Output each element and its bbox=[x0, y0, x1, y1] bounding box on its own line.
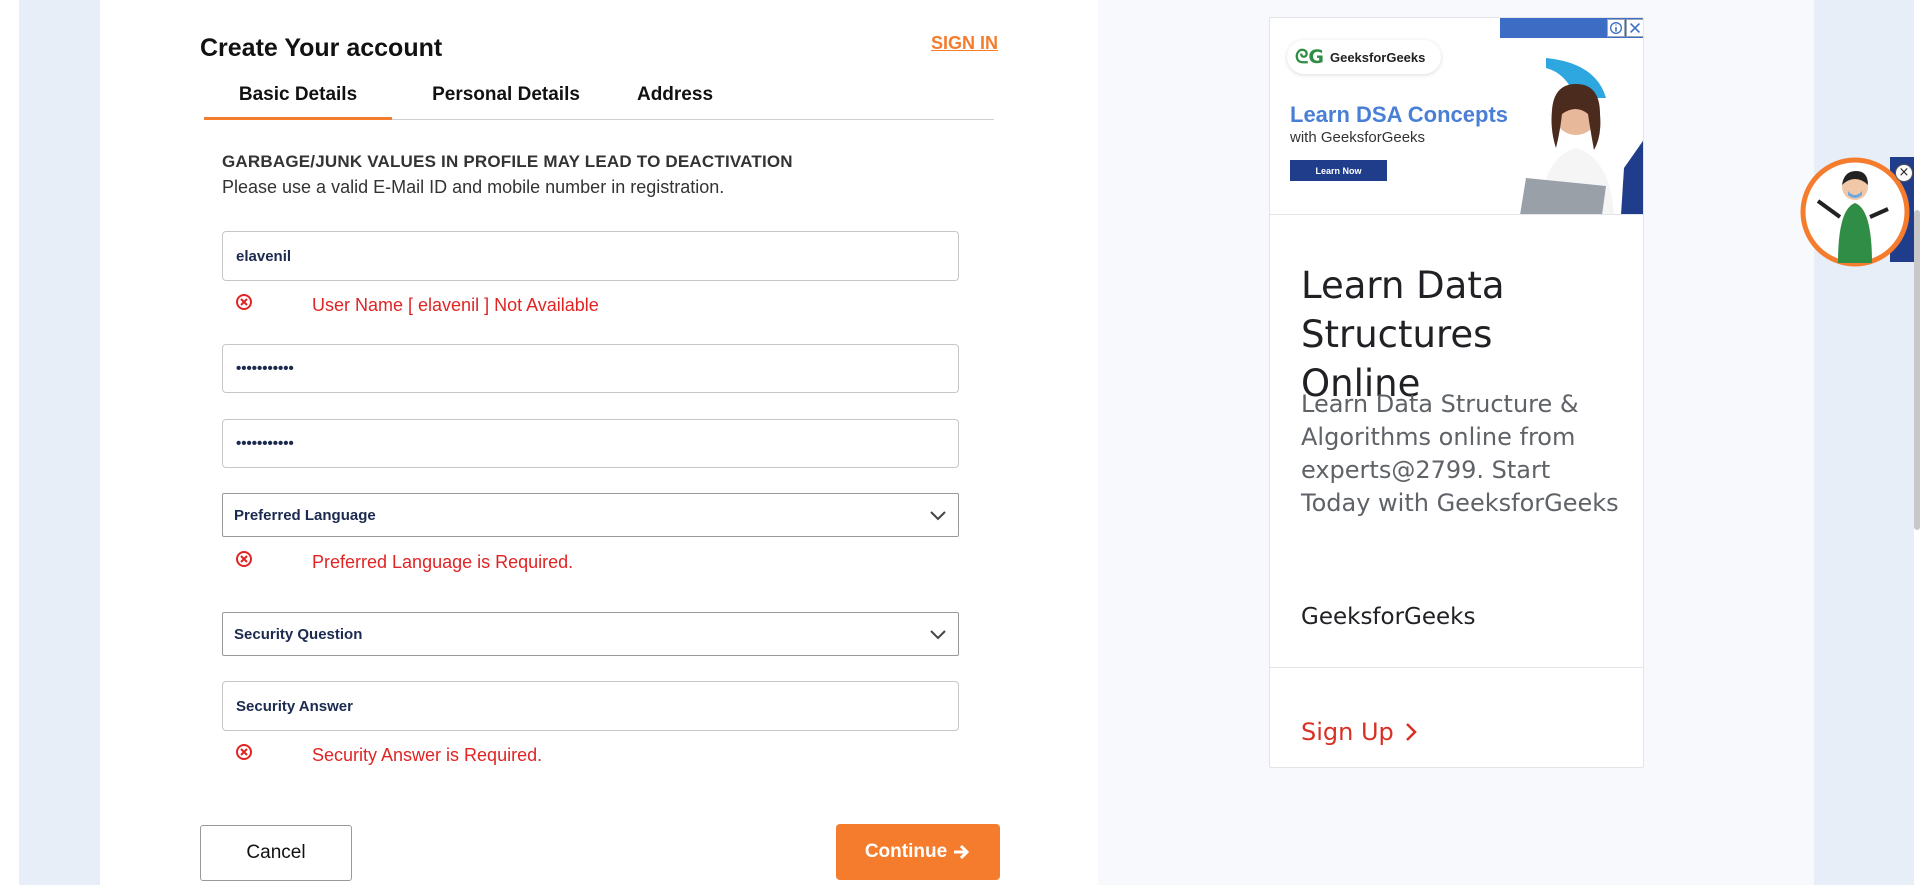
page-title: Create Your account bbox=[200, 34, 443, 62]
security-answer-placeholder: Security Answer bbox=[236, 697, 353, 715]
warning-heading: GARBAGE/JUNK VALUES IN PROFILE MAY LEAD … bbox=[222, 152, 793, 171]
security-answer-input[interactable]: Security Answer bbox=[222, 681, 959, 731]
error-icon bbox=[236, 744, 252, 760]
sign-up-label: Sign Up bbox=[1301, 718, 1394, 746]
password-input[interactable]: ••••••••••• bbox=[222, 344, 959, 393]
left-margin bbox=[0, 0, 19, 885]
username-error: User Name [ elavenil ] Not Available bbox=[312, 295, 599, 315]
error-icon bbox=[236, 551, 252, 567]
ad-banner-headline: Learn DSA Concepts bbox=[1290, 102, 1509, 127]
ad-description: Learn Data Structure & Algorithms online… bbox=[1301, 390, 1619, 517]
confirm-password-input[interactable]: ••••••••••• bbox=[222, 419, 959, 468]
close-icon[interactable] bbox=[1626, 19, 1644, 37]
ad-banner-sub: with GeeksforGeeks bbox=[1290, 129, 1426, 146]
tab-address[interactable]: Address bbox=[629, 82, 721, 120]
security-question-value: Security Question bbox=[234, 625, 363, 643]
scrollbar-thumb[interactable] bbox=[1914, 210, 1920, 530]
ad-brand: GeeksforGeeks bbox=[1301, 604, 1476, 630]
password-mask: ••••••••••• bbox=[236, 360, 294, 377]
gfg-logo-mark: ᘓG bbox=[1295, 46, 1324, 68]
security-question-select[interactable]: Security Question bbox=[222, 612, 959, 656]
preferred-language-value: Preferred Language bbox=[234, 506, 376, 524]
mascot-close-button[interactable]: × bbox=[1895, 164, 1913, 182]
cancel-button[interactable]: Cancel bbox=[200, 825, 352, 881]
ad-divider bbox=[1270, 667, 1643, 668]
error-icon bbox=[236, 294, 252, 310]
advertisement[interactable]: ᘓG GeeksforGeeks Learn DSA Concepts with… bbox=[1269, 17, 1644, 768]
confirm-password-mask: ••••••••••• bbox=[236, 435, 294, 452]
continue-label: Continue bbox=[864, 841, 948, 862]
continue-button[interactable]: Continue bbox=[836, 824, 1000, 880]
chevron-down-icon bbox=[930, 630, 946, 640]
username-input[interactable]: elavenil bbox=[222, 231, 959, 281]
warning-text: Please use a valid E-Mail ID and mobile … bbox=[222, 177, 725, 197]
language-error: Preferred Language is Required. bbox=[312, 552, 574, 572]
tab-bar: Basic Details Personal Details Address bbox=[204, 82, 994, 120]
person-with-laptop-image bbox=[1520, 58, 1643, 214]
chevron-right-icon bbox=[1405, 723, 1417, 741]
preferred-language-select[interactable]: Preferred Language bbox=[222, 493, 959, 537]
username-value: elavenil bbox=[236, 247, 292, 265]
tab-personal-details[interactable]: Personal Details bbox=[418, 82, 594, 120]
sign-in-link[interactable]: SIGN IN bbox=[931, 33, 998, 54]
security-answer-error: Security Answer is Required. bbox=[312, 745, 543, 765]
chevron-down-icon bbox=[930, 511, 946, 521]
info-icon[interactable] bbox=[1607, 19, 1625, 37]
learn-now-button[interactable]: Learn Now bbox=[1290, 160, 1387, 181]
tab-basic-details[interactable]: Basic Details bbox=[204, 82, 392, 120]
gfg-logo-text: GeeksforGeeks bbox=[1329, 49, 1426, 65]
ad-title[interactable]: Learn Data Structures Online bbox=[1301, 261, 1621, 408]
ad-banner[interactable]: ᘓG GeeksforGeeks Learn DSA Concepts with… bbox=[1270, 18, 1644, 215]
sign-up-link[interactable]: Sign Up bbox=[1301, 718, 1418, 746]
arrow-right-icon bbox=[954, 844, 970, 860]
gfg-logo: ᘓG GeeksforGeeks bbox=[1287, 40, 1441, 74]
